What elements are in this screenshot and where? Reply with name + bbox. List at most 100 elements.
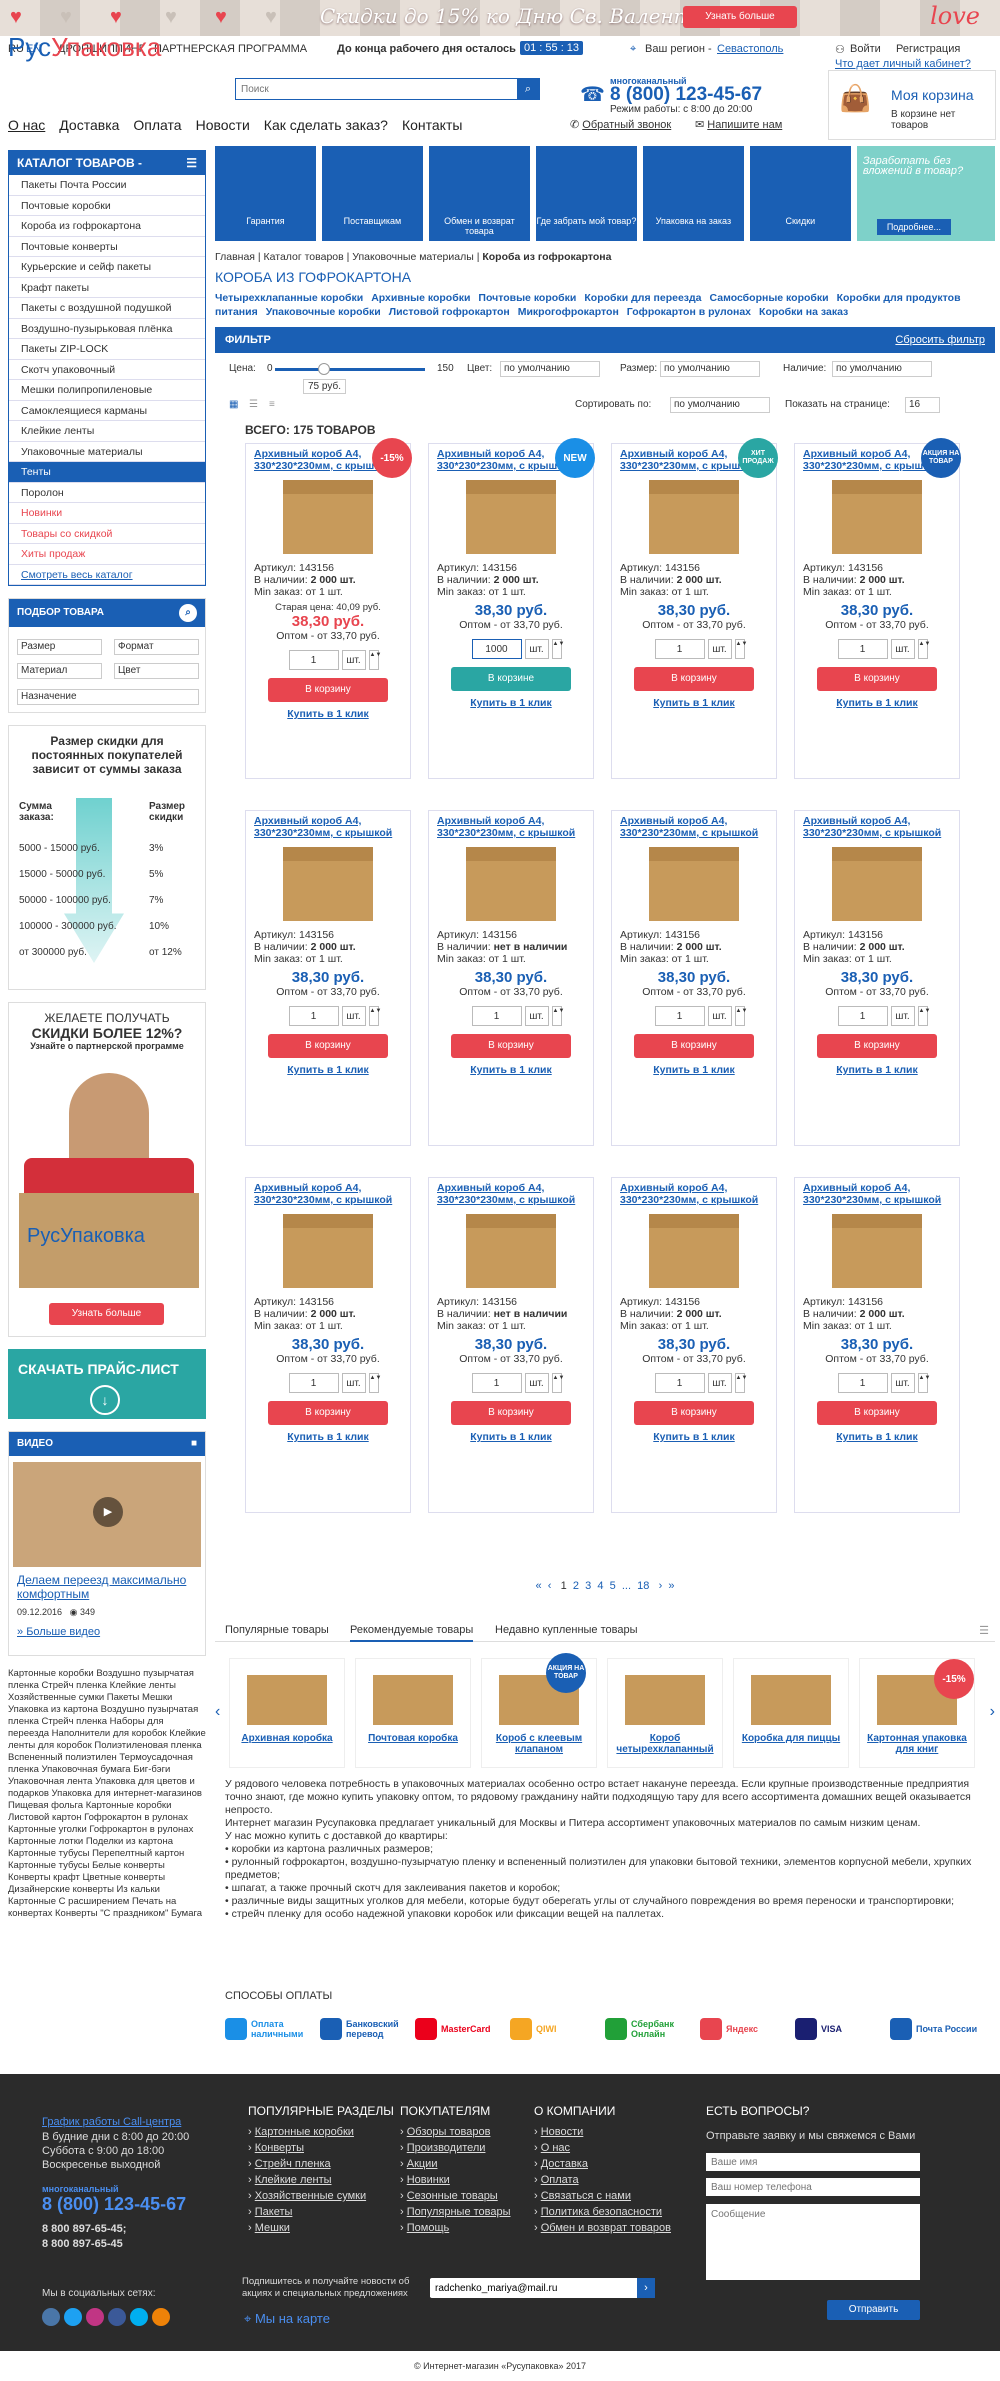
catalog-item[interactable]: Клейкие ленты: [9, 421, 205, 442]
product-title[interactable]: Архивный короб А4, 330*230*230мм, с крыш…: [620, 815, 768, 851]
product-image[interactable]: [283, 480, 373, 554]
tab-popular[interactable]: Популярные товары: [225, 1624, 329, 1636]
qty-input[interactable]: 1: [471, 1373, 522, 1393]
page-link[interactable]: 1: [561, 1580, 567, 1592]
facebook-icon[interactable]: [108, 2308, 126, 2326]
footer-link[interactable]: › Помощь: [400, 2220, 511, 2236]
catalog-title[interactable]: КАТАЛОГ ТОВАРОВ - ☰: [9, 151, 205, 175]
footer-link[interactable]: › Связаться с нами: [534, 2188, 671, 2204]
qty-input[interactable]: 1: [654, 1006, 705, 1026]
product-title[interactable]: Архивный короб А4, 330*230*230мм, с крыш…: [803, 1182, 951, 1218]
qty-input[interactable]: 1: [288, 1373, 339, 1393]
table-view-icon[interactable]: ≡: [269, 399, 275, 410]
qty-input[interactable]: 1: [654, 1373, 705, 1393]
carousel-item[interactable]: Почтовая коробка: [355, 1658, 471, 1768]
product-image[interactable]: [283, 847, 373, 921]
product-image[interactable]: [832, 1214, 922, 1288]
product-image[interactable]: [832, 847, 922, 921]
feature-custom[interactable]: Упаковка на заказ: [642, 146, 744, 241]
search-icon[interactable]: ⌕: [179, 604, 197, 622]
grid-view-icon[interactable]: ▦: [229, 399, 238, 410]
qty-input[interactable]: 1: [654, 639, 705, 659]
stepper-arrows-icon[interactable]: ▲▼: [917, 1006, 930, 1026]
color-select[interactable]: Цвет: [114, 663, 199, 679]
footer-link[interactable]: › Конверты: [248, 2140, 366, 2156]
subcat-link[interactable]: Упаковочные коробки: [266, 306, 381, 318]
carousel-item[interactable]: Коробка для пиццы: [733, 1658, 849, 1768]
page-link[interactable]: 18: [637, 1580, 649, 1592]
color-filter-select[interactable]: по умолчанию: [500, 361, 600, 377]
stepper-arrows-icon[interactable]: ▲▼: [551, 639, 564, 659]
product-title[interactable]: Архивный короб А4, 330*230*230мм, с крыш…: [437, 815, 585, 851]
download-pricelist[interactable]: СКАЧАТЬ ПРАЙС-ЛИСТ ↓: [8, 1349, 206, 1419]
carousel-item[interactable]: Картонная упаковка для книг -15%: [859, 1658, 975, 1768]
product-image[interactable]: [649, 1214, 739, 1288]
buy-one-click-link[interactable]: Купить в 1 клик: [437, 697, 585, 709]
promo-button[interactable]: Узнать больше: [683, 6, 797, 28]
footer-link[interactable]: › Мешки: [248, 2220, 366, 2236]
reset-filter-link[interactable]: Сбросить фильтр: [895, 327, 985, 353]
product-image[interactable]: [649, 847, 739, 921]
nav-payment[interactable]: Оплата: [133, 117, 181, 133]
buy-one-click-link[interactable]: Купить в 1 клик: [254, 1431, 402, 1443]
last-page-icon[interactable]: »: [668, 1580, 674, 1592]
footer-link[interactable]: › О нас: [534, 2140, 671, 2156]
catalog-item-new[interactable]: Новинки: [9, 503, 205, 524]
product-image[interactable]: [283, 1214, 373, 1288]
footer-link[interactable]: › Новости: [534, 2124, 671, 2140]
callback-link[interactable]: ✆ Обратный звонок: [570, 118, 690, 131]
tab-recent[interactable]: Недавно купленные товары: [495, 1624, 638, 1636]
stepper-arrows-icon[interactable]: ▲▼: [734, 1006, 747, 1026]
footer-link[interactable]: › Хозяйственные сумки: [248, 2188, 366, 2204]
qty-input[interactable]: 1: [837, 1373, 888, 1393]
stepper-arrows-icon[interactable]: ▲▼: [368, 650, 381, 670]
catalog-item[interactable]: Пакеты ZIP-LOCK: [9, 339, 205, 360]
add-to-cart-button[interactable]: В корзину: [268, 678, 388, 702]
stepper-arrows-icon[interactable]: ▲▼: [551, 1373, 564, 1393]
footer-link[interactable]: › Сезонные товары: [400, 2188, 511, 2204]
catalog-item[interactable]: Упаковочные материалы: [9, 442, 205, 462]
size-filter-select[interactable]: по умолчанию: [660, 361, 760, 377]
phone-number[interactable]: 8 (800) 123-45-67: [610, 84, 770, 106]
footer-link[interactable]: › Производители: [400, 2140, 511, 2156]
footer-link[interactable]: › Картонные коробки: [248, 2124, 366, 2140]
tag-cloud[interactable]: Картонные коробки Воздушно пузырчатая пл…: [8, 1668, 206, 1920]
subcat-link[interactable]: Листовой гофрокартон: [389, 306, 510, 318]
add-to-cart-button[interactable]: В корзину: [634, 1034, 754, 1058]
prev-page-icon[interactable]: ‹: [548, 1580, 552, 1592]
product-image[interactable]: [466, 1214, 556, 1288]
nav-delivery[interactable]: Доставка: [59, 117, 119, 133]
search-icon[interactable]: ⌕: [517, 79, 539, 99]
stepper-arrows-icon[interactable]: ▲▼: [368, 1006, 381, 1026]
carousel-prev-icon[interactable]: ‹: [215, 1703, 220, 1721]
catalog-item[interactable]: Почтовые конверты: [9, 237, 205, 257]
instagram-icon[interactable]: [86, 2308, 104, 2326]
subcat-link[interactable]: Коробки на заказ: [759, 306, 848, 318]
page-link[interactable]: 4: [597, 1580, 603, 1592]
catalog-item[interactable]: Пакеты с воздушной подушкой: [9, 298, 205, 319]
stepper-arrows-icon[interactable]: ▲▼: [551, 1006, 564, 1026]
region-select[interactable]: Севастополь: [717, 43, 783, 55]
tab-recommended[interactable]: Рекомендуемые товары: [350, 1624, 474, 1642]
in-cart-button[interactable]: В корзине: [451, 667, 571, 691]
catalog-item[interactable]: Курьерские и сейф пакеты: [9, 257, 205, 278]
buy-one-click-link[interactable]: Купить в 1 клик: [437, 1431, 585, 1443]
product-image[interactable]: [649, 480, 739, 554]
breadcrumb-item[interactable]: Каталог товаров: [264, 251, 344, 263]
size-select[interactable]: Размер: [17, 639, 102, 655]
add-to-cart-button[interactable]: В корзину: [268, 1401, 388, 1425]
buy-one-click-link[interactable]: Купить в 1 клик: [803, 1064, 951, 1076]
buy-one-click-link[interactable]: Купить в 1 клик: [254, 708, 402, 720]
catalog-item[interactable]: Крафт пакеты: [9, 278, 205, 298]
more-video-link[interactable]: » Больше видео: [9, 1624, 205, 1640]
submit-arrow-icon[interactable]: ›: [637, 2278, 655, 2298]
partner-link[interactable]: ПАРТНЕРСКАЯ ПРОГРАММА: [154, 43, 307, 55]
footer-hours-title[interactable]: График работы Call-центра: [42, 2116, 181, 2128]
qty-input[interactable]: 1: [837, 1006, 888, 1026]
slider-handle[interactable]: [318, 363, 330, 375]
buy-one-click-link[interactable]: Купить в 1 клик: [803, 1431, 951, 1443]
cart-widget[interactable]: 👜 Моя корзина В корзине нет товаров: [828, 70, 996, 140]
qty-input[interactable]: 1: [837, 639, 888, 659]
product-title[interactable]: Архивный короб А4, 330*230*230мм, с крыш…: [254, 815, 402, 851]
feature-guarantee[interactable]: Гарантия: [215, 146, 316, 241]
